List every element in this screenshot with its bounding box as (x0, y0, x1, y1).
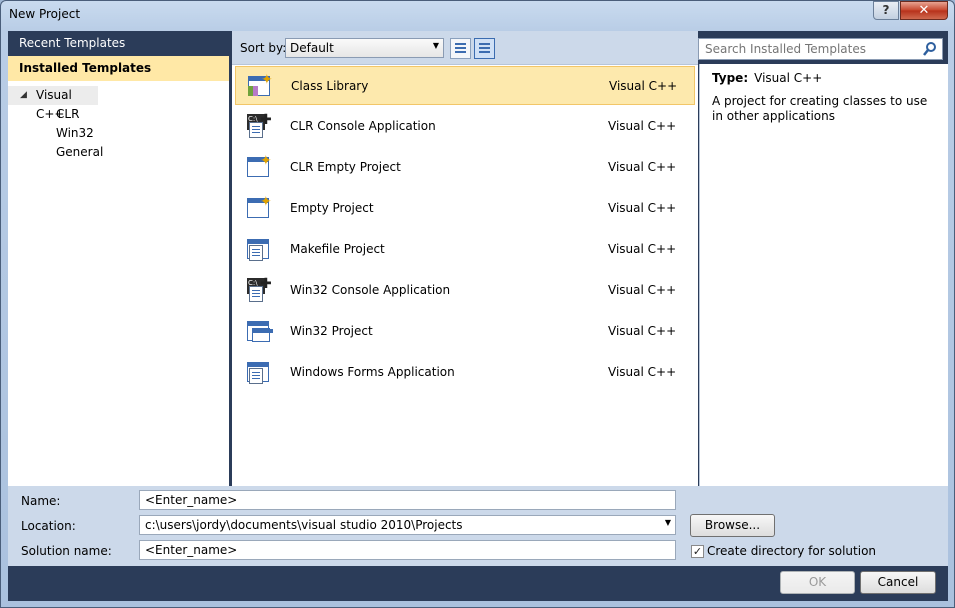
template-language: Visual C++ (609, 79, 678, 93)
create-directory-checkbox[interactable]: ✓ (691, 545, 704, 558)
dialog-body: Recent Templates Installed Templates ◢ V… (8, 31, 948, 601)
tree-node-general[interactable]: General (8, 143, 229, 162)
template-item-win32-project[interactable]: Win32 Project Visual C++ (235, 312, 695, 351)
type-line: Type: Visual C++ (712, 71, 822, 85)
template-name: Class Library (291, 79, 369, 93)
small-icons-view-button[interactable] (474, 38, 495, 59)
template-item-windows-forms[interactable]: Windows Forms Application Visual C++ (235, 353, 695, 392)
browse-button[interactable]: Browse... (690, 514, 775, 537)
medium-icons-icon (455, 43, 466, 54)
template-name: CLR Empty Project (290, 160, 401, 174)
sort-label: Sort by: (240, 41, 287, 55)
makefile-project-icon (245, 235, 275, 265)
template-nav: Recent Templates Installed Templates ◢ V… (8, 31, 229, 486)
template-name: Win32 Console Application (290, 283, 451, 297)
sort-toolbar: Sort by: Default ▼ (232, 31, 698, 64)
template-language: Visual C++ (608, 324, 677, 338)
console-app-icon: C:\ ✚ (245, 276, 275, 306)
search-icon[interactable] (922, 41, 938, 57)
project-form: Name: Location: c:\users\jordy\documents… (8, 486, 948, 601)
type-value: Visual C++ (754, 71, 823, 85)
tree-expand-icon[interactable]: ◢ (20, 86, 27, 105)
nav-installed-templates[interactable]: Installed Templates (8, 56, 229, 81)
type-label: Type: (712, 71, 749, 85)
location-value: c:\users\jordy\documents\visual studio 2… (145, 518, 463, 532)
location-field[interactable]: c:\users\jordy\documents\visual studio 2… (139, 515, 676, 535)
solution-name-field[interactable] (139, 540, 676, 560)
name-field[interactable] (139, 490, 676, 510)
template-language: Visual C++ (608, 160, 677, 174)
sort-dropdown[interactable]: Default ▼ (285, 38, 444, 58)
empty-project-icon: ✦ (245, 153, 275, 183)
close-button[interactable]: ✕ (900, 1, 948, 20)
forms-app-icon (245, 358, 275, 388)
template-item-win32-console[interactable]: C:\ ✚ Win32 Console Application Visual C+… (235, 271, 695, 310)
new-project-window: New Project ? ✕ Recent Templates Install… (0, 0, 955, 608)
tree-node-win32[interactable]: Win32 (8, 124, 229, 143)
title-bar[interactable]: New Project ? ✕ (1, 1, 954, 31)
template-language: Visual C++ (608, 283, 677, 297)
template-language: Visual C++ (608, 201, 677, 215)
template-language: Visual C++ (608, 365, 677, 379)
tree-node-clr[interactable]: CLR (8, 105, 229, 124)
search-input[interactable] (699, 39, 914, 59)
template-details: Type: Visual C++ A project for creating c… (699, 64, 948, 486)
win32-project-icon (245, 317, 275, 347)
template-item-empty-project[interactable]: ✦ Empty Project Visual C++ (235, 189, 695, 228)
template-name: CLR Console Application (290, 119, 436, 133)
template-language: Visual C++ (608, 242, 677, 256)
template-list: ✦ Class Library Visual C++ C:\ ✚ CLR Cons… (232, 64, 698, 486)
cancel-button[interactable]: Cancel (860, 571, 936, 594)
solution-name-label: Solution name: (21, 544, 112, 558)
template-tree: ◢ Visual C++ CLR Win32 General (8, 86, 229, 162)
ok-button[interactable]: OK (780, 571, 855, 594)
name-label: Name: (21, 494, 61, 508)
template-item-class-library[interactable]: ✦ Class Library Visual C++ (235, 66, 695, 105)
nav-recent-templates[interactable]: Recent Templates (8, 31, 229, 56)
chevron-down-icon: ▼ (432, 41, 439, 50)
location-label: Location: (21, 519, 76, 533)
template-item-clr-console[interactable]: C:\ ✚ CLR Console Application Visual C++ (235, 107, 695, 146)
template-name: Empty Project (290, 201, 374, 215)
template-name: Makefile Project (290, 242, 385, 256)
template-language: Visual C++ (608, 119, 677, 133)
template-item-makefile[interactable]: Makefile Project Visual C++ (235, 230, 695, 269)
search-box (698, 38, 943, 60)
template-description: A project for creating classes to use in… (712, 94, 928, 123)
class-library-icon: ✦ (246, 72, 276, 102)
help-button[interactable]: ? (873, 1, 899, 20)
create-directory-label: Create directory for solution (707, 544, 877, 558)
tree-node-visual-cpp[interactable]: ◢ Visual C++ (8, 86, 98, 121)
template-name: Windows Forms Application (290, 365, 455, 379)
medium-icons-view-button[interactable] (450, 38, 471, 59)
empty-project-icon: ✦ (245, 194, 275, 224)
small-icons-icon (479, 43, 490, 54)
template-name: Win32 Project (290, 324, 373, 338)
window-title: New Project (9, 7, 81, 21)
console-app-icon: C:\ ✚ (245, 112, 275, 142)
template-item-clr-empty[interactable]: ✦ CLR Empty Project Visual C++ (235, 148, 695, 187)
sort-value: Default (290, 41, 334, 55)
chevron-down-icon[interactable]: ▼ (665, 518, 671, 527)
